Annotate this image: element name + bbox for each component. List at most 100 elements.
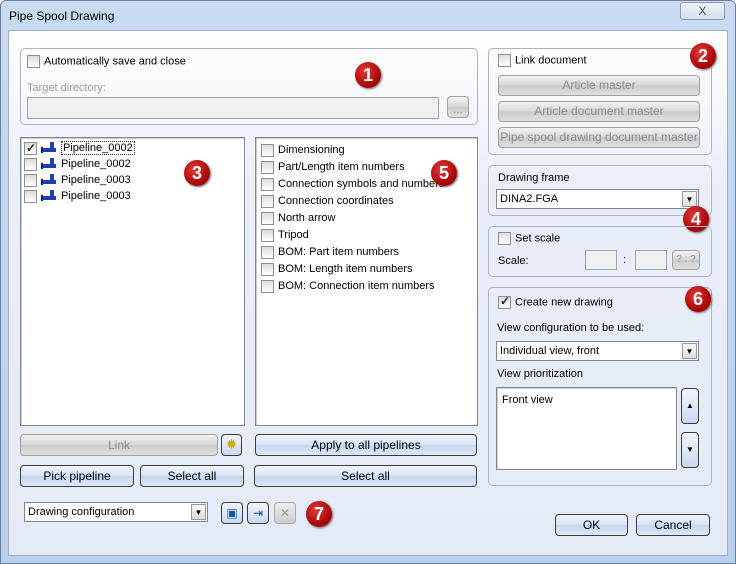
pipeline-icon: [41, 173, 56, 185]
scale-numerator-input[interactable]: [585, 250, 617, 270]
option-label: Dimensioning: [278, 144, 345, 156]
pick-pipeline-button[interactable]: Pick pipeline: [20, 465, 134, 487]
delete-configuration-button[interactable]: ✕: [274, 502, 296, 524]
load-configuration-button[interactable]: ⇥: [247, 502, 269, 524]
checkbox[interactable]: [261, 279, 274, 293]
cancel-button[interactable]: Cancel: [636, 514, 710, 536]
window-title: Pipe Spool Drawing: [9, 9, 115, 23]
pipeline-icon: [41, 189, 56, 201]
checkbox[interactable]: [27, 55, 40, 68]
article-master-button[interactable]: Article master: [498, 75, 700, 96]
option-item[interactable]: BOM: Length item numbers: [261, 261, 477, 278]
view-config-value: Individual view, front: [500, 345, 600, 357]
arrow-down-icon: ▼: [686, 445, 694, 454]
link-document-checkbox[interactable]: Link document: [498, 54, 587, 67]
checkbox[interactable]: [261, 245, 274, 259]
arrow-up-icon: ▲: [686, 401, 694, 410]
pipeline-list[interactable]: Pipeline_0002 Pipeline_0002 Pipeline_0003 P…: [20, 137, 245, 426]
scale-separator: :: [623, 254, 627, 266]
scale-denominator-input[interactable]: [635, 250, 667, 270]
create-new-drawing-checkbox[interactable]: Create new drawing: [498, 294, 613, 309]
pipeline-label: Pipeline_0003: [61, 190, 131, 202]
target-directory-input[interactable]: [27, 97, 439, 119]
save-configuration-button[interactable]: ▣: [221, 502, 243, 524]
chevron-down-icon[interactable]: ▼: [682, 343, 697, 359]
callout-badge: 3: [184, 160, 210, 186]
callout-badge: 6: [685, 286, 711, 312]
chevron-down-icon[interactable]: ▼: [682, 191, 697, 207]
apply-to-all-pipelines-button[interactable]: Apply to all pipelines: [255, 434, 477, 456]
option-item[interactable]: BOM: Connection item numbers: [261, 278, 477, 295]
checkbox[interactable]: [498, 232, 511, 245]
pipeline-item[interactable]: Pipeline_0003: [24, 172, 244, 188]
option-label: Connection symbols and numbers: [278, 178, 445, 190]
pipeline-item[interactable]: Pipeline_0002: [24, 156, 244, 172]
view-prioritization-label: View prioritization: [497, 368, 584, 380]
option-label: BOM: Length item numbers: [278, 263, 413, 275]
create-new-drawing-label: Create new drawing: [515, 296, 613, 309]
pipeline-icon: [41, 141, 56, 153]
option-label: Connection coordinates: [278, 195, 394, 207]
move-down-button[interactable]: ▼: [681, 432, 699, 468]
checkbox[interactable]: [24, 173, 37, 187]
checkbox[interactable]: [261, 143, 274, 157]
checkbox[interactable]: [261, 262, 274, 276]
drawing-frame-label: Drawing frame: [498, 172, 570, 184]
checkbox[interactable]: [261, 160, 274, 174]
checkbox[interactable]: [261, 228, 274, 242]
browse-button[interactable]: ...: [447, 96, 469, 118]
link-button[interactable]: Link: [20, 434, 218, 456]
checkbox[interactable]: [261, 194, 274, 208]
callout-badge: 7: [306, 501, 332, 527]
option-item[interactable]: Connection coordinates: [261, 193, 477, 210]
option-item[interactable]: Dimensioning: [261, 142, 477, 159]
list-item[interactable]: Front view: [502, 392, 671, 409]
view-config-label: View configuration to be used:: [497, 322, 645, 334]
option-label: Part/Length item numbers: [278, 161, 405, 173]
link-document-label: Link document: [515, 54, 587, 67]
pipeline-icon: [41, 157, 56, 169]
article-document-master-button[interactable]: Article document master: [498, 101, 700, 122]
checkbox[interactable]: [498, 54, 511, 67]
checkbox[interactable]: [261, 211, 274, 225]
auto-save-label: Automatically save and close: [44, 55, 186, 68]
checkbox[interactable]: [498, 294, 511, 309]
option-item[interactable]: BOM: Part item numbers: [261, 244, 477, 261]
option-item[interactable]: Tripod: [261, 227, 477, 244]
checkbox[interactable]: [24, 157, 37, 171]
scale-label: Scale:: [498, 255, 529, 267]
pipeline-item[interactable]: Pipeline_0002: [24, 140, 244, 156]
import-icon: ⇥: [252, 506, 264, 520]
move-up-button[interactable]: ▲: [681, 388, 699, 424]
select-all-pipelines-button[interactable]: Select all: [140, 465, 244, 487]
ok-button[interactable]: OK: [555, 514, 628, 536]
option-label: North arrow: [278, 212, 336, 224]
view-config-select[interactable]: Individual view, front ▼: [496, 341, 699, 361]
callout-badge: 5: [431, 160, 457, 186]
chevron-down-icon[interactable]: ▼: [191, 504, 206, 520]
view-prioritization-list[interactable]: Front view: [496, 387, 677, 470]
pipe-spool-master-button[interactable]: Pipe spool drawing document master: [498, 127, 700, 148]
floppy-disk-icon: ▣: [226, 506, 238, 520]
set-scale-checkbox[interactable]: Set scale: [498, 232, 560, 245]
highlight-button[interactable]: ✹: [221, 434, 242, 456]
option-label: BOM: Part item numbers: [278, 246, 400, 258]
pipeline-item[interactable]: Pipeline_0003: [24, 188, 244, 204]
option-label: BOM: Connection item numbers: [278, 280, 435, 292]
drawing-frame-select[interactable]: DINA2.FGA ▼: [496, 189, 699, 209]
checkbox[interactable]: [261, 177, 274, 191]
auto-save-checkbox[interactable]: Automatically save and close: [27, 55, 186, 68]
select-all-options-button[interactable]: Select all: [254, 465, 477, 487]
scale-query-button[interactable]: ? : ?: [672, 250, 700, 270]
checkbox[interactable]: [24, 140, 37, 156]
set-scale-label: Set scale: [515, 232, 561, 245]
drawing-frame-value: DINA2.FGA: [500, 193, 559, 205]
drawing-configuration-select[interactable]: Drawing configuration ▼: [24, 502, 208, 522]
pipeline-label: Pipeline_0002: [61, 158, 131, 170]
callout-badge: 2: [690, 43, 716, 69]
option-item[interactable]: North arrow: [261, 210, 477, 227]
delete-icon: ✕: [279, 506, 291, 520]
close-button[interactable]: X: [680, 2, 725, 20]
checkbox[interactable]: [24, 189, 37, 203]
pipeline-label: Pipeline_0003: [61, 174, 131, 186]
